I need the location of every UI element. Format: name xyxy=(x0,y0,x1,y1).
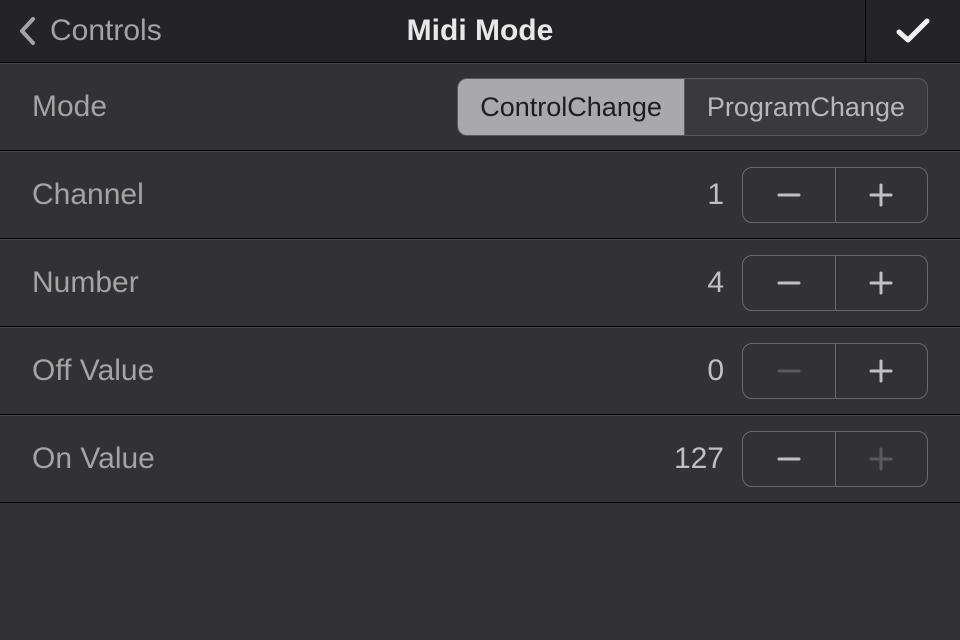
off-value-stepper xyxy=(742,343,928,399)
checkmark-icon xyxy=(895,17,931,45)
row-on-value-label: On Value xyxy=(32,442,674,476)
row-mode-label: Mode xyxy=(32,90,457,124)
on-value-stepper xyxy=(742,431,928,487)
row-channel: Channel 1 xyxy=(0,151,960,239)
page-title: Midi Mode xyxy=(407,14,554,48)
back-button[interactable]: Controls xyxy=(0,0,162,62)
header: Controls Midi Mode xyxy=(0,0,960,63)
row-on-value: On Value 127 xyxy=(0,415,960,503)
row-number-label: Number xyxy=(32,266,707,300)
chevron-left-icon xyxy=(18,16,36,46)
off-value-minus-button xyxy=(743,344,836,398)
mode-option-programchange[interactable]: ProgramChange xyxy=(685,79,927,135)
row-number-value: 4 xyxy=(707,266,724,300)
row-number: Number 4 xyxy=(0,239,960,327)
channel-minus-button[interactable] xyxy=(743,168,836,222)
off-value-plus-button[interactable] xyxy=(836,344,928,398)
channel-plus-button[interactable] xyxy=(836,168,928,222)
row-channel-value: 1 xyxy=(707,178,724,212)
number-stepper xyxy=(742,255,928,311)
channel-stepper xyxy=(742,167,928,223)
mode-option-controlchange[interactable]: ControlChange xyxy=(458,79,685,135)
minus-icon xyxy=(774,180,804,210)
row-mode: Mode ControlChange ProgramChange xyxy=(0,63,960,151)
row-off-value: Off Value 0 xyxy=(0,327,960,415)
number-minus-button[interactable] xyxy=(743,256,836,310)
row-off-value-label: Off Value xyxy=(32,354,707,388)
minus-icon xyxy=(774,268,804,298)
row-off-value-value: 0 xyxy=(707,354,724,388)
on-value-plus-button xyxy=(836,432,928,486)
number-plus-button[interactable] xyxy=(836,256,928,310)
row-on-value-value: 127 xyxy=(674,442,724,476)
plus-icon xyxy=(866,444,896,474)
mode-segmented-control: ControlChange ProgramChange xyxy=(457,78,928,136)
plus-icon xyxy=(866,180,896,210)
minus-icon xyxy=(774,444,804,474)
confirm-button[interactable] xyxy=(865,0,960,62)
back-label: Controls xyxy=(50,14,162,48)
plus-icon xyxy=(866,356,896,386)
minus-icon xyxy=(774,356,804,386)
row-channel-label: Channel xyxy=(32,178,707,212)
on-value-minus-button[interactable] xyxy=(743,432,836,486)
plus-icon xyxy=(866,268,896,298)
